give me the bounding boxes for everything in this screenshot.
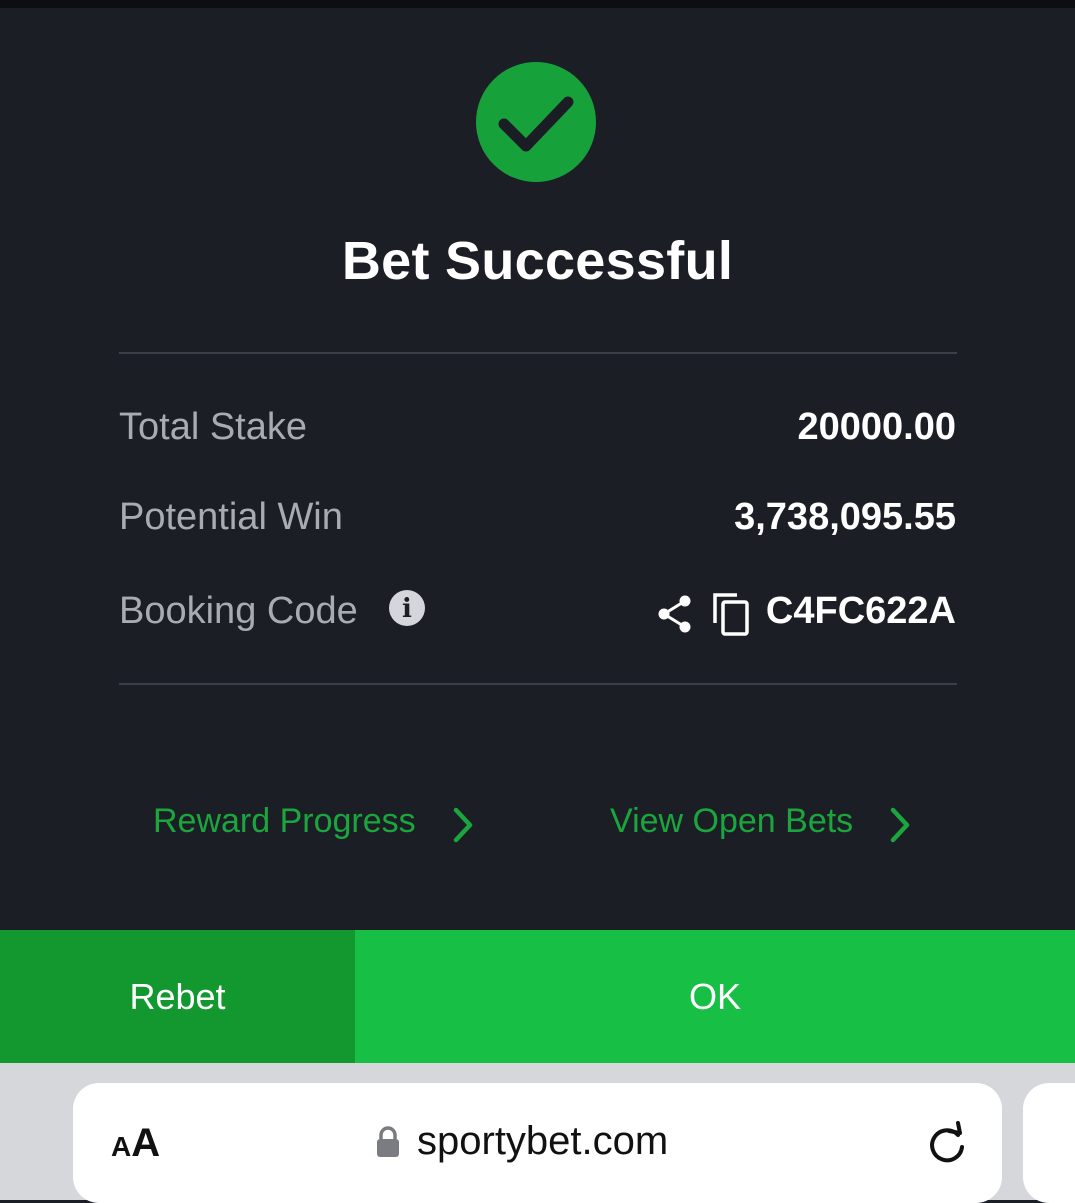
booking-code-value[interactable]: C4FC622A — [766, 590, 956, 633]
total-stake-value: 20000.00 — [797, 406, 957, 448]
share-icon[interactable] — [656, 594, 694, 634]
chevron-right-icon[interactable] — [887, 806, 913, 844]
status-bar — [0, 0, 1075, 8]
bet-success-modal: Bet Successful Total Stake 20000.00 Pote… — [0, 8, 1075, 930]
reward-progress-link[interactable]: Reward Progress — [153, 802, 416, 841]
rebet-button[interactable]: Rebet — [0, 930, 355, 1063]
url-field[interactable]: AA sportybet.com — [73, 1083, 1002, 1203]
modal-title: Bet Successful — [341, 231, 734, 291]
ok-button[interactable]: OK — [355, 930, 1075, 1063]
text-size-small-glyph: A — [111, 1131, 132, 1162]
text-size-big-glyph: A — [131, 1121, 161, 1165]
potential-win-value: 3,738,095.55 — [734, 496, 956, 538]
potential-win-label: Potential Win — [119, 496, 343, 538]
chevron-right-icon[interactable] — [450, 806, 476, 844]
copy-icon[interactable] — [711, 591, 751, 637]
lock-icon — [377, 1126, 399, 1157]
browser-address-bar: AA sportybet.com — [0, 1063, 1075, 1203]
success-badge — [476, 62, 596, 182]
booking-code-label: Booking Code — [119, 590, 358, 632]
next-tab-preview[interactable] — [1023, 1083, 1075, 1203]
divider-top — [119, 352, 957, 354]
reload-icon[interactable] — [925, 1121, 969, 1167]
text-size-button[interactable]: AA — [111, 1121, 160, 1166]
info-icon[interactable]: i — [389, 590, 425, 626]
checkmark-icon — [498, 96, 574, 152]
view-open-bets-link[interactable]: View Open Bets — [610, 802, 853, 841]
divider-bottom — [119, 683, 957, 685]
url-text[interactable]: sportybet.com — [417, 1119, 668, 1164]
total-stake-label: Total Stake — [119, 406, 307, 448]
